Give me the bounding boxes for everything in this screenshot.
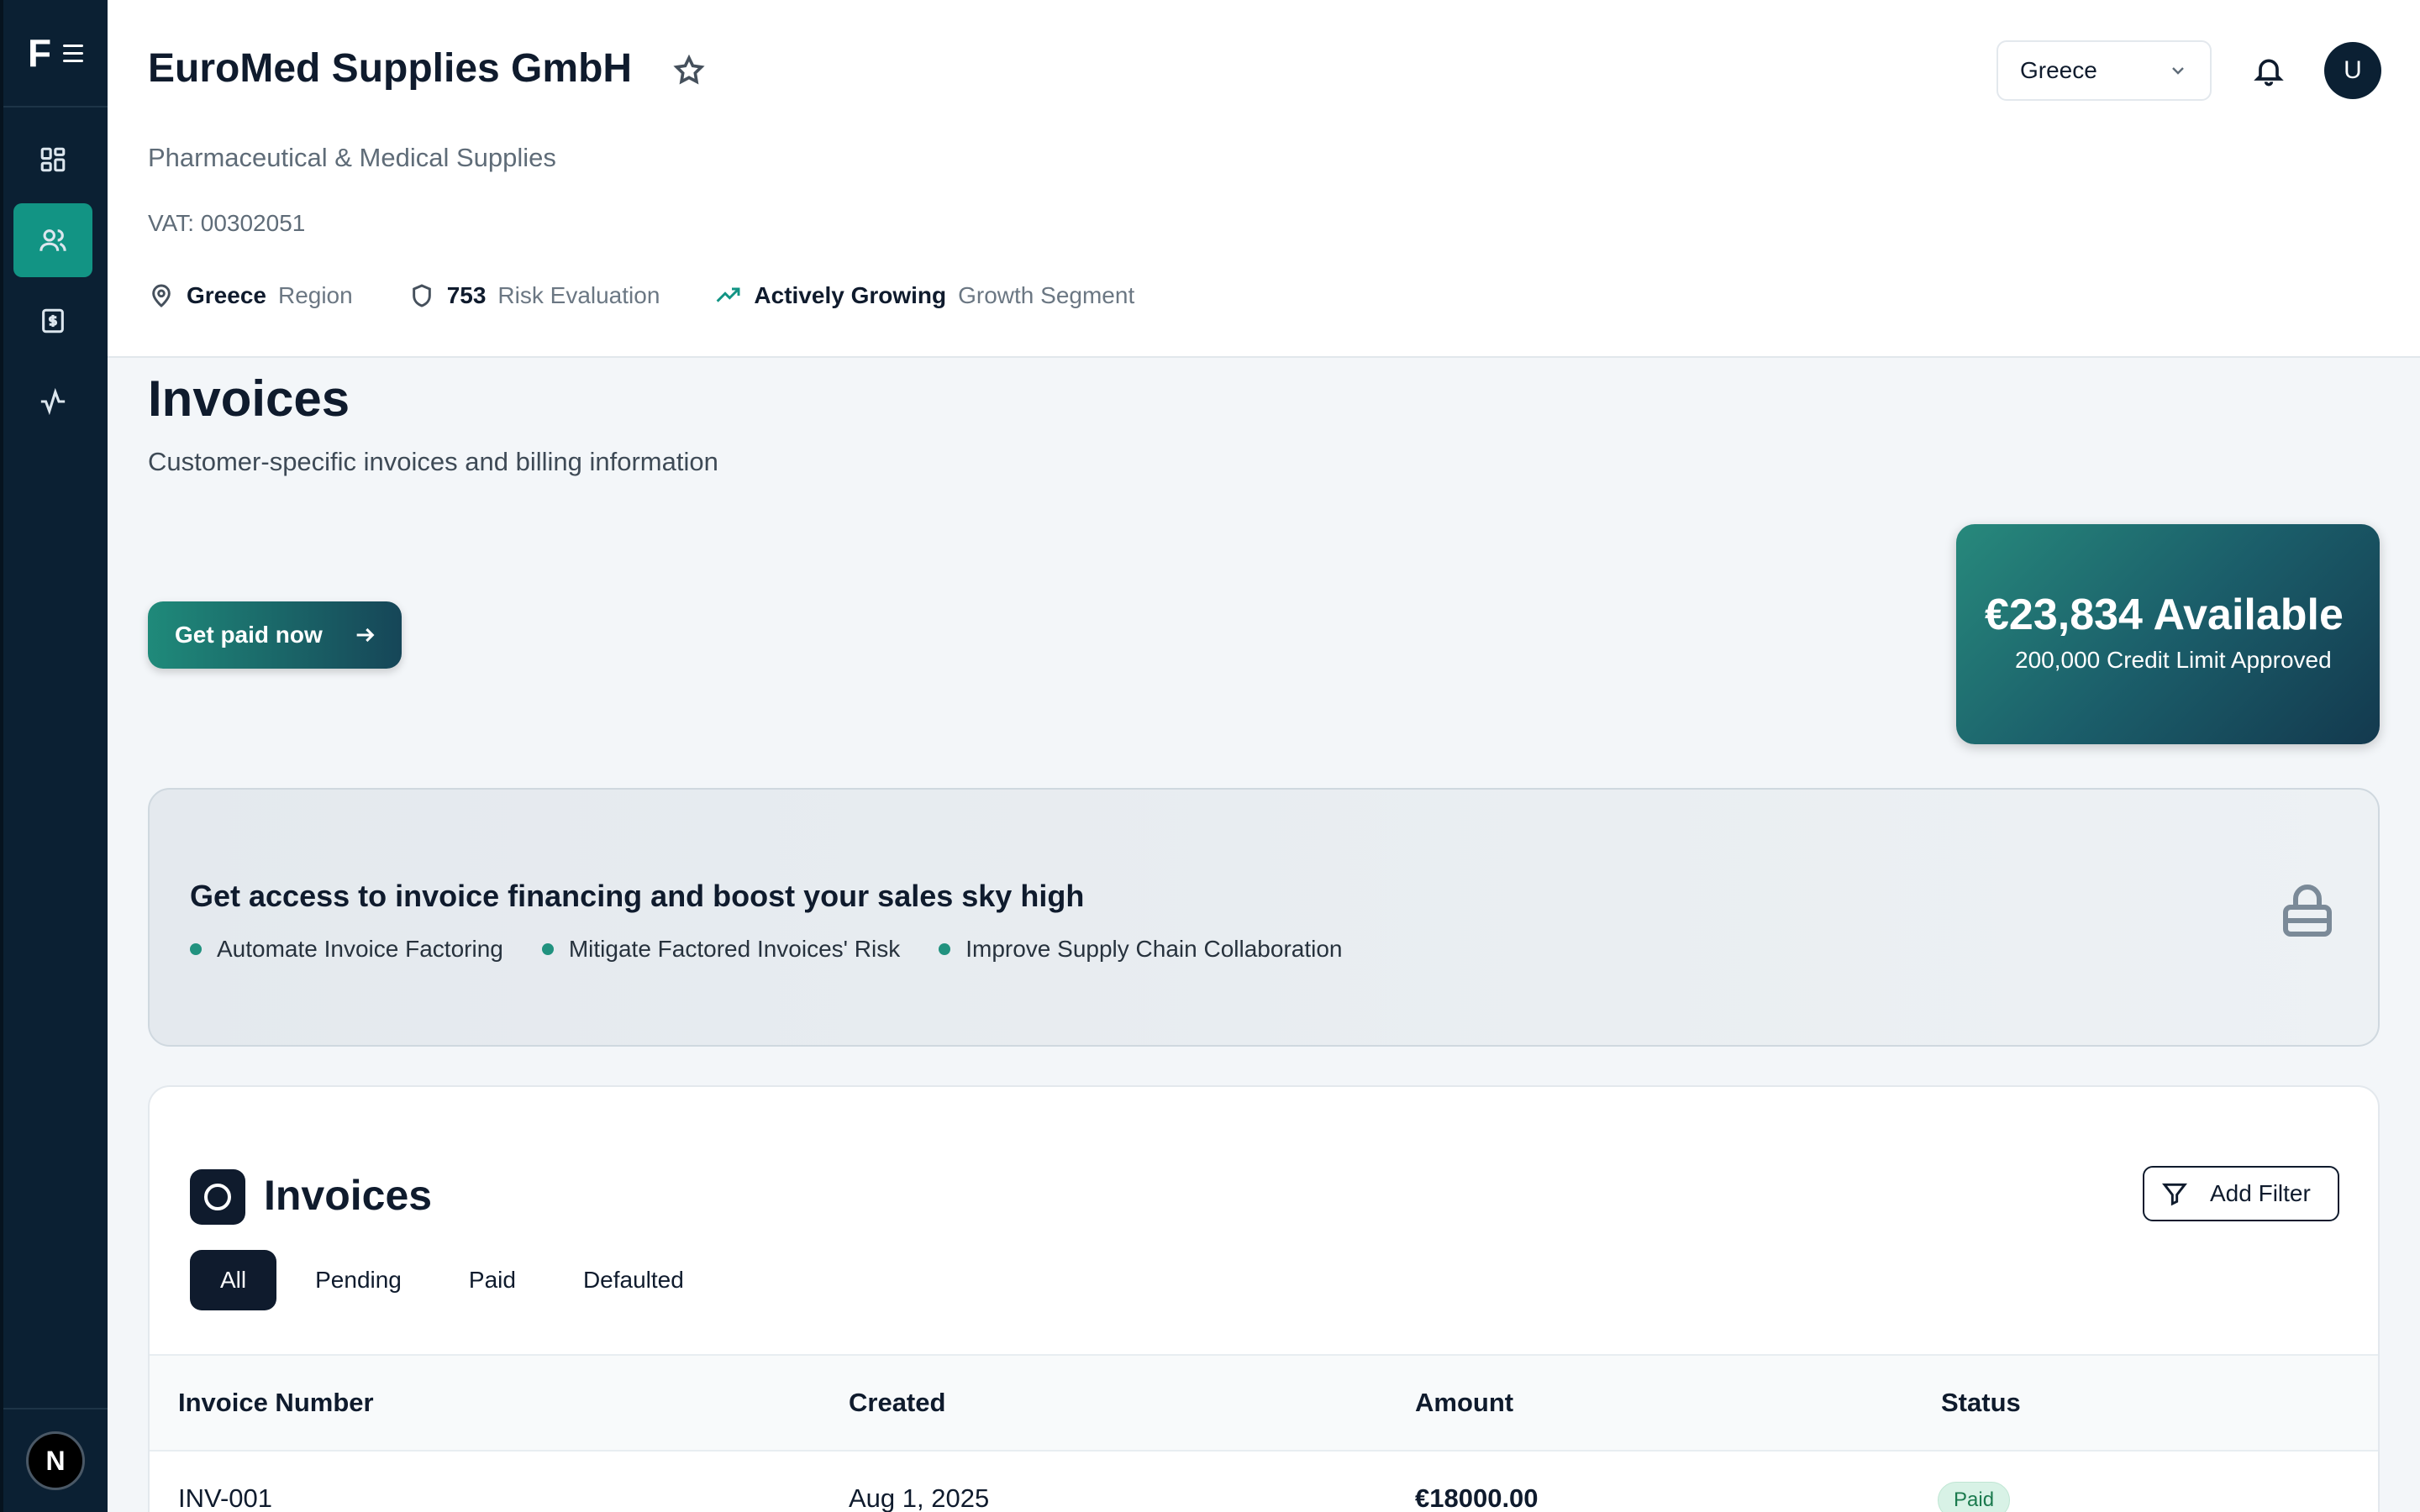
bullet-dot [939, 943, 951, 955]
main-content: Invoices Customer-specific invoices and … [108, 358, 2420, 1512]
get-paid-now-label: Get paid now [175, 622, 323, 648]
shield-icon [412, 284, 431, 307]
get-paid-now-button[interactable]: Get paid now [148, 601, 402, 669]
amount-cell: €18000.00 [1415, 1483, 1539, 1512]
country-select[interactable]: Greece [1996, 40, 2212, 101]
bullet-dot [190, 943, 202, 955]
promo-point-label: Mitigate Factored Invoices' Risk [568, 936, 901, 962]
sidebar-header: F [3, 0, 108, 108]
trending-up-icon [717, 287, 740, 302]
activity-icon [40, 387, 66, 416]
invoices-table-title: Invoices [264, 1172, 433, 1219]
column-header-status[interactable]: Status [1941, 1388, 2021, 1418]
customer-meta: Greece Region 753 Risk Evaluation Active… [148, 282, 1134, 309]
vat-number: VAT: 00302051 [148, 210, 306, 236]
column-header-created[interactable]: Created [849, 1388, 945, 1418]
promo-point-label: Automate Invoice Factoring [217, 936, 503, 962]
growth-label: Growth Segment [958, 282, 1135, 308]
promo-points: Automate Invoice Factoring Mitigate Fact… [190, 936, 1342, 963]
country-select-value: Greece [2020, 57, 2097, 83]
menu-icon[interactable] [63, 44, 84, 62]
invoices-section-icon [190, 1169, 245, 1225]
column-header-invoice-number[interactable]: Invoice Number [178, 1388, 374, 1418]
invoice-status-tabs: All Pending Paid Defaulted [190, 1250, 713, 1310]
growth-meta: Actively Growing Growth Segment [715, 282, 1134, 309]
star-icon[interactable] [672, 54, 706, 87]
financing-promo-banner: Get access to invoice financing and boos… [148, 788, 2380, 1047]
tab-defaulted[interactable]: Defaulted [555, 1250, 713, 1310]
chevron-down-icon [2172, 67, 2184, 75]
company-name: EuroMed Supplies GmbH [148, 46, 633, 91]
workspace-avatar[interactable]: N [26, 1431, 85, 1490]
add-filter-button[interactable]: Add Filter [2143, 1166, 2339, 1221]
created-cell: Aug 1, 2025 [849, 1483, 990, 1512]
sidebar: F N [0, 0, 108, 1512]
sidebar-item-activity[interactable] [13, 365, 92, 438]
sidebar-item-dashboard[interactable] [13, 123, 92, 197]
promo-point: Automate Invoice Factoring [190, 936, 503, 963]
page-title: Invoices [148, 370, 350, 427]
tab-all[interactable]: All [190, 1250, 277, 1310]
column-header-amount[interactable]: Amount [1415, 1388, 1513, 1418]
invoice-dollar-icon [42, 308, 64, 333]
risk-value: 753 [446, 282, 487, 308]
promo-title: Get access to invoice financing and boos… [190, 879, 1085, 913]
credit-limit-text: 200,000 Credit Limit Approved [2015, 647, 2332, 673]
region-value: Greece [187, 282, 266, 308]
customer-header: EuroMed Supplies GmbH Pharmaceutical & M… [108, 0, 2420, 358]
tab-paid[interactable]: Paid [440, 1250, 544, 1310]
table-header: Invoice Number Created Amount Status [150, 1354, 2378, 1452]
sidebar-nav [13, 123, 97, 445]
table-row[interactable]: INV-001 Aug 1, 2025 €18000.00 Paid [150, 1452, 2378, 1512]
app-logo[interactable]: F [28, 30, 51, 76]
add-filter-label: Add Filter [2210, 1180, 2311, 1206]
region-label: Region [277, 282, 353, 308]
sidebar-item-customers[interactable] [13, 203, 92, 277]
bell-icon[interactable] [2252, 54, 2286, 87]
risk-meta: 753 Risk Evaluation [408, 282, 660, 309]
region-meta: Greece Region [148, 282, 353, 309]
users-icon [39, 229, 66, 251]
bullet-dot [541, 943, 554, 955]
arrow-right-icon [356, 627, 375, 643]
invoice-number-cell[interactable]: INV-001 [178, 1483, 272, 1512]
promo-point-label: Improve Supply Chain Collaboration [965, 936, 1343, 962]
promo-point: Mitigate Factored Invoices' Risk [541, 936, 901, 963]
filter-icon [2162, 1183, 2187, 1206]
status-badge: Paid [1938, 1482, 2011, 1512]
sidebar-item-invoices[interactable] [13, 284, 92, 358]
tab-pending[interactable]: Pending [287, 1250, 430, 1310]
sidebar-footer: N [3, 1408, 108, 1512]
growth-value: Actively Growing [754, 282, 947, 308]
user-avatar[interactable]: U [2324, 42, 2381, 99]
page-subtitle: Customer-specific invoices and billing i… [148, 447, 718, 476]
lock-icon [2282, 884, 2333, 937]
risk-label: Risk Evaluation [497, 282, 660, 308]
promo-point: Improve Supply Chain Collaboration [939, 936, 1342, 963]
credit-available-card: €23,834 Available 200,000 Credit Limit A… [1956, 524, 2380, 744]
map-pin-icon [152, 284, 171, 307]
dashboard-icon [40, 147, 66, 172]
credit-available-amount: €23,834 Available [1985, 591, 2344, 639]
invoices-table-card: Invoices Add Filter All Pending Paid Def… [148, 1085, 2380, 1512]
industry-label: Pharmaceutical & Medical Supplies [148, 143, 556, 172]
